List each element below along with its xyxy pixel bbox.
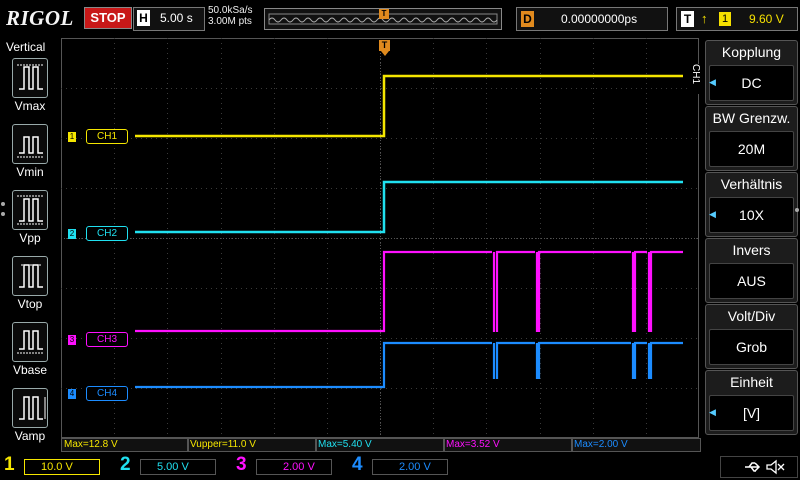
menu-bw-title: BW Grenzw.: [712, 110, 791, 126]
delay-key: D: [521, 11, 534, 27]
vmin-icon: [17, 136, 43, 158]
speaker-muted-icon: [766, 459, 785, 475]
menu-verhaeltnis[interactable]: Verhältnis 10X ◀: [705, 172, 798, 237]
vbase-icon: [17, 330, 43, 354]
measurement-ch3-max[interactable]: Max=3.52 V: [443, 438, 573, 452]
measurement-ch4-max[interactable]: Max=2.00 V: [571, 438, 701, 452]
system-status-area: [720, 456, 798, 478]
run-stop-button[interactable]: STOP: [84, 7, 132, 29]
menu-einheit-title: Einheit: [730, 374, 773, 390]
measurement-results-bar: Max=12.8 V Vupper=11.0 V Max=5.40 V Max=…: [61, 438, 701, 452]
trigger-level: 9.60 V: [749, 12, 784, 26]
waveform-display[interactable]: [61, 38, 699, 438]
memory-depth: 3.00M pts: [208, 16, 252, 27]
sample-rate: 50.0kSa/s: [208, 5, 253, 16]
timebase-value: 5.00 s: [160, 11, 193, 25]
brand-logo: RIGOL: [6, 6, 74, 30]
menu-select-arrow-icon: ◀: [709, 209, 716, 219]
ch2-number: 2: [120, 454, 131, 475]
trigger-position-marker[interactable]: T: [379, 40, 390, 51]
memory-overview-strip[interactable]: T: [264, 8, 502, 30]
menu-verhaeltnis-title: Verhältnis: [720, 176, 783, 192]
ch1-scale: 10.0 V: [24, 459, 100, 475]
right-menu-page-indicator: [795, 208, 799, 212]
ch2-offset-marker[interactable]: 2: [68, 229, 76, 239]
trigger-position-arrow: [381, 51, 389, 56]
ch3-number: 3: [236, 454, 247, 475]
measurement-ch2-max[interactable]: Max=5.40 V: [315, 438, 445, 452]
vamp-icon: [19, 396, 46, 420]
vpp-label: Vpp: [19, 231, 41, 245]
menu-einheit[interactable]: Einheit [V] ◀: [705, 370, 798, 435]
ch1-tag: CH1: [86, 129, 129, 144]
menu-voltdiv-title: Volt/Div: [727, 308, 776, 324]
vpp-icon: [17, 195, 43, 225]
menu-select-arrow-icon: ◀: [709, 77, 716, 87]
ch3-offset-marker[interactable]: 3: [68, 335, 76, 345]
menu-kopplung-title: Kopplung: [721, 44, 782, 60]
menu-bw-limit[interactable]: BW Grenzw. 20M: [705, 106, 798, 171]
measurement-sidebar: Vmax Vmin Vpp Vtop Vbase Vamp: [0, 56, 60, 443]
trigger-key: T: [681, 11, 694, 27]
menu-volt-div[interactable]: Volt/Div Grob: [705, 304, 798, 369]
vmin-button[interactable]: [12, 124, 48, 164]
ch2-scale: 5.00 V: [140, 459, 216, 475]
menu-kopplung-value: DC: [709, 65, 794, 101]
channel-menu: CH1 Kopplung DC ◀ BW Grenzw. 20M Verhält…: [690, 38, 800, 436]
left-panel-page-indicator-2: [1, 212, 5, 216]
ch4-number: 4: [352, 454, 363, 475]
ch3-scale: 2.00 V: [256, 459, 332, 475]
horizontal-timebase[interactable]: H 5.00 s: [133, 7, 205, 31]
ch4-tag: CH4: [86, 386, 129, 401]
vbase-button[interactable]: [12, 322, 48, 362]
memory-trigger-marker: T: [379, 9, 389, 19]
ch1-status[interactable]: 1 10.0 V: [4, 454, 104, 478]
vbase-label: Vbase: [12, 363, 48, 377]
menu-kopplung[interactable]: Kopplung DC ◀: [705, 40, 798, 105]
vpp-button[interactable]: [12, 190, 48, 230]
vmax-button[interactable]: [12, 58, 48, 98]
trigger-source: 1: [719, 12, 731, 26]
channel-status-bar: 1 10.0 V 2 5.00 V 3 2.00 V 4 2.00 V: [0, 452, 800, 480]
acquisition-info: 50.0kSa/s 3.00M pts: [208, 5, 252, 27]
ch2-status[interactable]: 2 5.00 V: [120, 454, 220, 478]
horizontal-delay[interactable]: D 0.00000000ps: [516, 7, 668, 31]
vmin-label: Vmin: [16, 165, 44, 179]
menu-invers[interactable]: Invers AUS: [705, 238, 798, 303]
left-panel-title: Vertical: [6, 40, 46, 54]
trigger-settings[interactable]: T ↑ 1 9.60 V: [676, 7, 798, 31]
menu-einheit-value: [V]: [709, 395, 794, 431]
top-status-bar: RIGOL STOP H 5.00 s 50.0kSa/s 3.00M pts …: [0, 0, 800, 36]
ch2-tag: CH2: [86, 226, 129, 241]
menu-invers-title: Invers: [732, 242, 771, 258]
left-panel-page-indicator: [1, 202, 5, 206]
vamp-button[interactable]: [12, 388, 48, 428]
ch3-status[interactable]: 3 2.00 V: [236, 454, 336, 478]
ch1-offset-marker[interactable]: 1: [68, 132, 76, 142]
ch3-tag: CH3: [86, 332, 129, 347]
rising-edge-icon: ↑: [701, 11, 708, 26]
timebase-key: H: [137, 10, 150, 26]
usb-icon: [745, 462, 761, 472]
ch4-offset-marker[interactable]: 4: [68, 389, 76, 399]
menu-verhaeltnis-value: 10X: [709, 197, 794, 233]
vmax-icon: [17, 64, 43, 90]
delay-value: 0.00000000ps: [561, 12, 638, 26]
menu-channel-tab: CH1: [690, 64, 701, 94]
vtop-label: Vtop: [17, 297, 43, 311]
ch1-number: 1: [4, 454, 15, 475]
vmax-label: Vmax: [14, 99, 46, 113]
menu-voltdiv-value: Grob: [709, 329, 794, 365]
measurement-ch1-max[interactable]: Max=12.8 V: [61, 438, 189, 452]
vtop-icon: [19, 264, 43, 288]
vamp-label: Vamp: [14, 429, 46, 443]
menu-bw-value: 20M: [709, 131, 794, 167]
ch4-scale: 2.00 V: [372, 459, 448, 475]
measurement-ch1-vupper[interactable]: Vupper=11.0 V: [187, 438, 317, 452]
menu-select-arrow-icon: ◀: [709, 407, 716, 417]
ch4-status[interactable]: 4 2.00 V: [352, 454, 452, 478]
vtop-button[interactable]: [12, 256, 48, 296]
menu-invers-value: AUS: [709, 263, 794, 299]
